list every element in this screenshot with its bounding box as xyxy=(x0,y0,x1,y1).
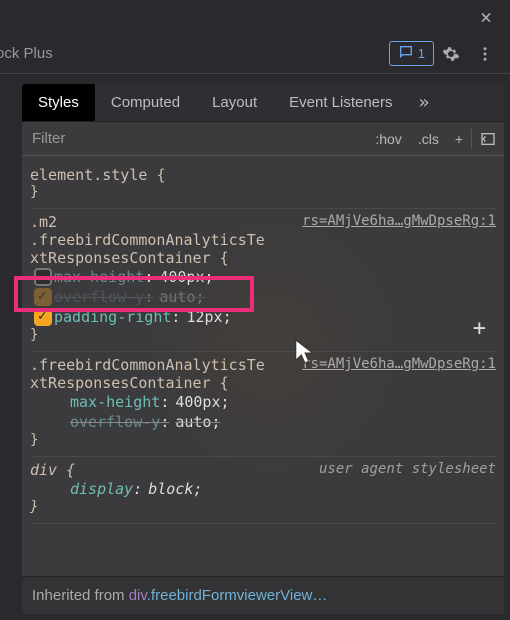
messages-button[interactable]: 1 xyxy=(389,41,434,66)
tabs-row: Styles Computed Layout Event Listeners » xyxy=(22,84,504,122)
property-checkbox[interactable] xyxy=(34,288,52,306)
declaration-padding-right[interactable]: padding-right:12px; xyxy=(34,307,496,327)
declaration-display[interactable]: display:block; xyxy=(34,479,496,499)
inherited-class: .freebirdFormviewerView… xyxy=(147,587,328,604)
selector[interactable]: element.style { xyxy=(30,166,165,184)
add-declaration-icon[interactable]: + xyxy=(473,316,486,341)
tabs-overflow-icon[interactable]: » xyxy=(409,92,440,113)
source-link[interactable]: rs=AMjVe6ha…gMwDpseRg:1 xyxy=(302,213,496,229)
inherited-prefix: Inherited from xyxy=(32,587,129,604)
filter-input[interactable] xyxy=(22,122,367,155)
tab-layout[interactable]: Layout xyxy=(196,84,273,121)
declaration-overflow-y[interactable]: overflow-y:auto; xyxy=(34,412,496,432)
user-agent-stylesheet-label: user agent stylesheet xyxy=(319,461,496,477)
property-checkbox[interactable] xyxy=(34,268,52,286)
source-link[interactable]: rs=AMjVe6ha…gMwDpseRg:1 xyxy=(302,356,496,372)
window-topbar: × xyxy=(0,0,510,34)
selector[interactable]: .freebirdCommonAnalyticsTextResponsesCon… xyxy=(30,356,270,392)
tab-event-listeners[interactable]: Event Listeners xyxy=(273,84,408,121)
brace-close: } xyxy=(30,499,38,515)
declaration-max-height[interactable]: max-height:400px; xyxy=(34,392,496,412)
close-icon[interactable]: × xyxy=(472,1,500,33)
brace-close: } xyxy=(30,184,38,200)
selector[interactable]: div { xyxy=(30,461,270,479)
tab-styles[interactable]: Styles xyxy=(22,84,95,121)
messages-count: 1 xyxy=(418,46,425,61)
extension-name: ock Plus xyxy=(0,45,53,62)
property-checkbox[interactable] xyxy=(34,308,52,326)
styles-panel: Styles Computed Layout Event Listeners »… xyxy=(22,84,504,614)
new-rule-button[interactable]: + xyxy=(447,125,471,153)
kebab-icon[interactable] xyxy=(468,39,502,69)
toggle-common-rendering-icon[interactable] xyxy=(472,125,504,153)
declaration-overflow-y[interactable]: overflow-y:auto; xyxy=(34,287,496,307)
inherited-from-bar[interactable]: Inherited from div.freebirdFormviewerVie… xyxy=(22,576,504,614)
rules-list[interactable]: element.style { } .m2 .freebirdCommonAna… xyxy=(22,156,504,576)
tab-computed[interactable]: Computed xyxy=(95,84,196,121)
rule-m2[interactable]: .m2 .freebirdCommonAnalyticsTextResponse… xyxy=(30,209,496,352)
brace-close: } xyxy=(30,432,38,448)
rule-element-style[interactable]: element.style { } xyxy=(30,162,496,209)
declaration-max-height[interactable]: max-height:400px; xyxy=(34,267,496,287)
rule-div-uas[interactable]: user agent stylesheet div { display:bloc… xyxy=(30,457,496,524)
brace-close: } xyxy=(30,327,38,343)
filter-bar: :hov .cls + xyxy=(22,122,504,156)
hov-toggle[interactable]: :hov xyxy=(367,125,409,153)
extension-bar: ock Plus 1 xyxy=(0,34,510,74)
chat-icon xyxy=(398,44,414,63)
inherited-tag: div xyxy=(129,587,147,604)
gear-icon[interactable] xyxy=(434,39,468,69)
selector[interactable]: .m2 .freebirdCommonAnalyticsTextResponse… xyxy=(30,213,270,267)
rule-freebird-container[interactable]: .freebirdCommonAnalyticsTextResponsesCon… xyxy=(30,352,496,457)
cls-toggle[interactable]: .cls xyxy=(410,125,447,153)
